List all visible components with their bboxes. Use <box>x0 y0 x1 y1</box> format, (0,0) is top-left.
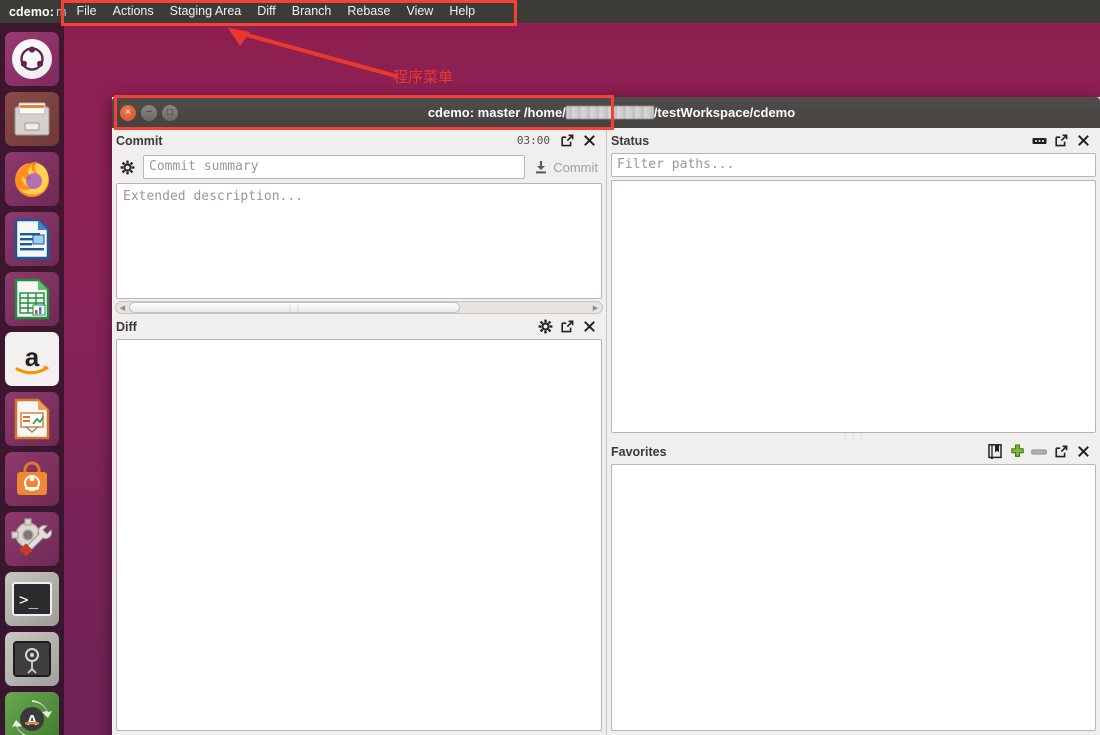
launcher-item-git-cola[interactable] <box>5 632 59 686</box>
ubuntu-software-icon <box>17 461 47 495</box>
unity-menu-bar: cdemo: m File Actions Staging Area Diff … <box>0 0 1100 23</box>
launcher-item-ubuntu-dash[interactable] <box>5 32 59 86</box>
status-options-icon[interactable] <box>1028 131 1050 151</box>
commit-options-gear-icon[interactable] <box>116 157 138 177</box>
status-panel: Status Filter paths... ⋮⋮⋮ <box>607 128 1100 440</box>
launcher-item-files[interactable] <box>5 92 59 146</box>
commit-description-hscrollbar[interactable]: ◀ ⋮⋮ ▶ <box>115 301 603 314</box>
launcher-item-terminal[interactable]: >_ <box>5 572 59 626</box>
menu-item-view[interactable]: View <box>398 0 441 23</box>
window-maximize-button[interactable]: □ <box>162 104 178 121</box>
commit-panel-title: Commit <box>116 133 163 148</box>
status-close-icon[interactable] <box>1072 131 1094 151</box>
diff-close-icon[interactable] <box>578 317 600 337</box>
favorites-bookmark-icon[interactable] <box>984 442 1006 462</box>
diff-panel: Diff <box>112 314 606 735</box>
libreoffice-calc-icon <box>14 278 50 320</box>
favorites-detach-icon[interactable] <box>1050 442 1072 462</box>
firefox-icon <box>15 161 49 197</box>
unity-launcher[interactable]: a >_ A <box>0 23 64 735</box>
svg-text:a: a <box>25 342 40 372</box>
commit-button[interactable]: Commit <box>530 160 602 175</box>
status-filter-input[interactable]: Filter paths... <box>611 153 1096 177</box>
menu-item-help[interactable]: Help <box>441 0 483 23</box>
libreoffice-writer-icon <box>14 218 50 260</box>
scroll-left-icon[interactable]: ◀ <box>116 304 129 312</box>
window-close-button[interactable]: × <box>120 104 136 121</box>
launcher-item-system-settings[interactable] <box>5 512 59 566</box>
git-cola-window: × − □ cdemo: master /home/ /testWorkspace… <box>112 97 1100 735</box>
commit-detach-icon[interactable] <box>556 131 578 151</box>
commit-description-input[interactable]: Extended description... <box>116 183 602 299</box>
menu-item-branch[interactable]: Branch <box>284 0 340 23</box>
scroll-thumb[interactable]: ⋮⋮ <box>129 302 461 313</box>
diff-panel-header: Diff <box>112 314 606 339</box>
libreoffice-impress-icon <box>14 398 50 440</box>
svg-text:A: A <box>27 712 38 729</box>
commit-close-icon[interactable] <box>578 131 600 151</box>
annotation-label: 程序菜单 <box>393 68 454 86</box>
favorites-panel-title: Favorites <box>611 444 667 459</box>
window-title-suffix: /testWorkspace/cdemo <box>653 105 796 120</box>
left-column: Commit 03:00 Commit summary Commit Exten… <box>112 128 606 735</box>
status-panel-title: Status <box>611 133 650 148</box>
status-content-area[interactable] <box>611 180 1096 433</box>
diff-detach-icon[interactable] <box>556 317 578 337</box>
window-body: Commit 03:00 Commit summary Commit Exten… <box>112 128 1100 735</box>
launcher-item-software-updater[interactable]: A <box>5 692 59 735</box>
commit-button-label: Commit <box>553 159 598 175</box>
diff-content-area[interactable] <box>116 339 602 731</box>
diff-options-gear-icon[interactable] <box>534 317 556 337</box>
window-title-prefix: cdemo: master /home/ <box>427 105 566 120</box>
terminal-icon: >_ <box>12 582 52 616</box>
commit-summary-row: Commit summary Commit <box>112 153 606 183</box>
menubar-app-name: cdemo: <box>9 4 55 19</box>
favorites-add-icon[interactable] <box>1006 442 1028 462</box>
commit-panel: Commit 03:00 Commit summary Commit Exten… <box>112 128 606 314</box>
launcher-item-ubuntu-software[interactable] <box>5 452 59 506</box>
ubuntu-logo-icon <box>20 46 44 71</box>
redacted-username <box>565 106 654 119</box>
scroll-right-icon[interactable]: ▶ <box>589 304 602 312</box>
commit-summary-input[interactable]: Commit summary <box>143 155 526 179</box>
diff-panel-title: Diff <box>116 319 137 334</box>
status-panel-header: Status <box>607 128 1100 153</box>
status-detach-icon[interactable] <box>1050 131 1072 151</box>
launcher-item-firefox[interactable] <box>5 152 59 206</box>
right-column: Status Filter paths... ⋮⋮⋮ Favorites <box>606 128 1100 735</box>
favorites-remove-icon[interactable] <box>1028 442 1050 462</box>
menu-item-actions[interactable]: Actions <box>105 0 162 23</box>
launcher-item-libreoffice-impress[interactable] <box>5 392 59 446</box>
menubar-branch-fragment: m <box>56 4 67 19</box>
system-settings-icon <box>11 518 53 557</box>
window-minimize-button[interactable]: − <box>141 104 157 121</box>
download-icon <box>536 161 547 174</box>
svg-text:>_: >_ <box>19 590 39 609</box>
favorites-panel: Favorites <box>607 439 1100 735</box>
commit-panel-header: Commit 03:00 <box>112 128 606 153</box>
menu-item-staging-area[interactable]: Staging Area <box>162 0 250 23</box>
commit-timer: 03:00 <box>516 134 550 147</box>
amazon-icon: a <box>15 342 49 375</box>
files-icon <box>14 102 50 136</box>
favorites-content-area[interactable] <box>611 464 1096 731</box>
menu-item-diff[interactable]: Diff <box>249 0 284 23</box>
launcher-item-amazon[interactable]: a <box>5 332 59 386</box>
menu-item-rebase[interactable]: Rebase <box>339 0 398 23</box>
favorites-panel-header: Favorites <box>607 439 1100 464</box>
menubar-items: File Actions Staging Area Diff Branch Re… <box>68 0 483 23</box>
window-title: cdemo: master /home/ /testWorkspace/cdemo <box>178 105 1045 120</box>
annotation-arrow <box>228 28 398 78</box>
git-cola-icon <box>13 641 51 677</box>
launcher-item-libreoffice-calc[interactable] <box>5 272 59 326</box>
favorites-close-icon[interactable] <box>1072 442 1094 462</box>
launcher-item-libreoffice-writer[interactable] <box>5 212 59 266</box>
window-title-bar[interactable]: × − □ cdemo: master /home/ /testWorkspace… <box>112 97 1100 128</box>
menu-item-file[interactable]: File <box>68 0 104 23</box>
software-updater-icon: A <box>12 700 52 735</box>
